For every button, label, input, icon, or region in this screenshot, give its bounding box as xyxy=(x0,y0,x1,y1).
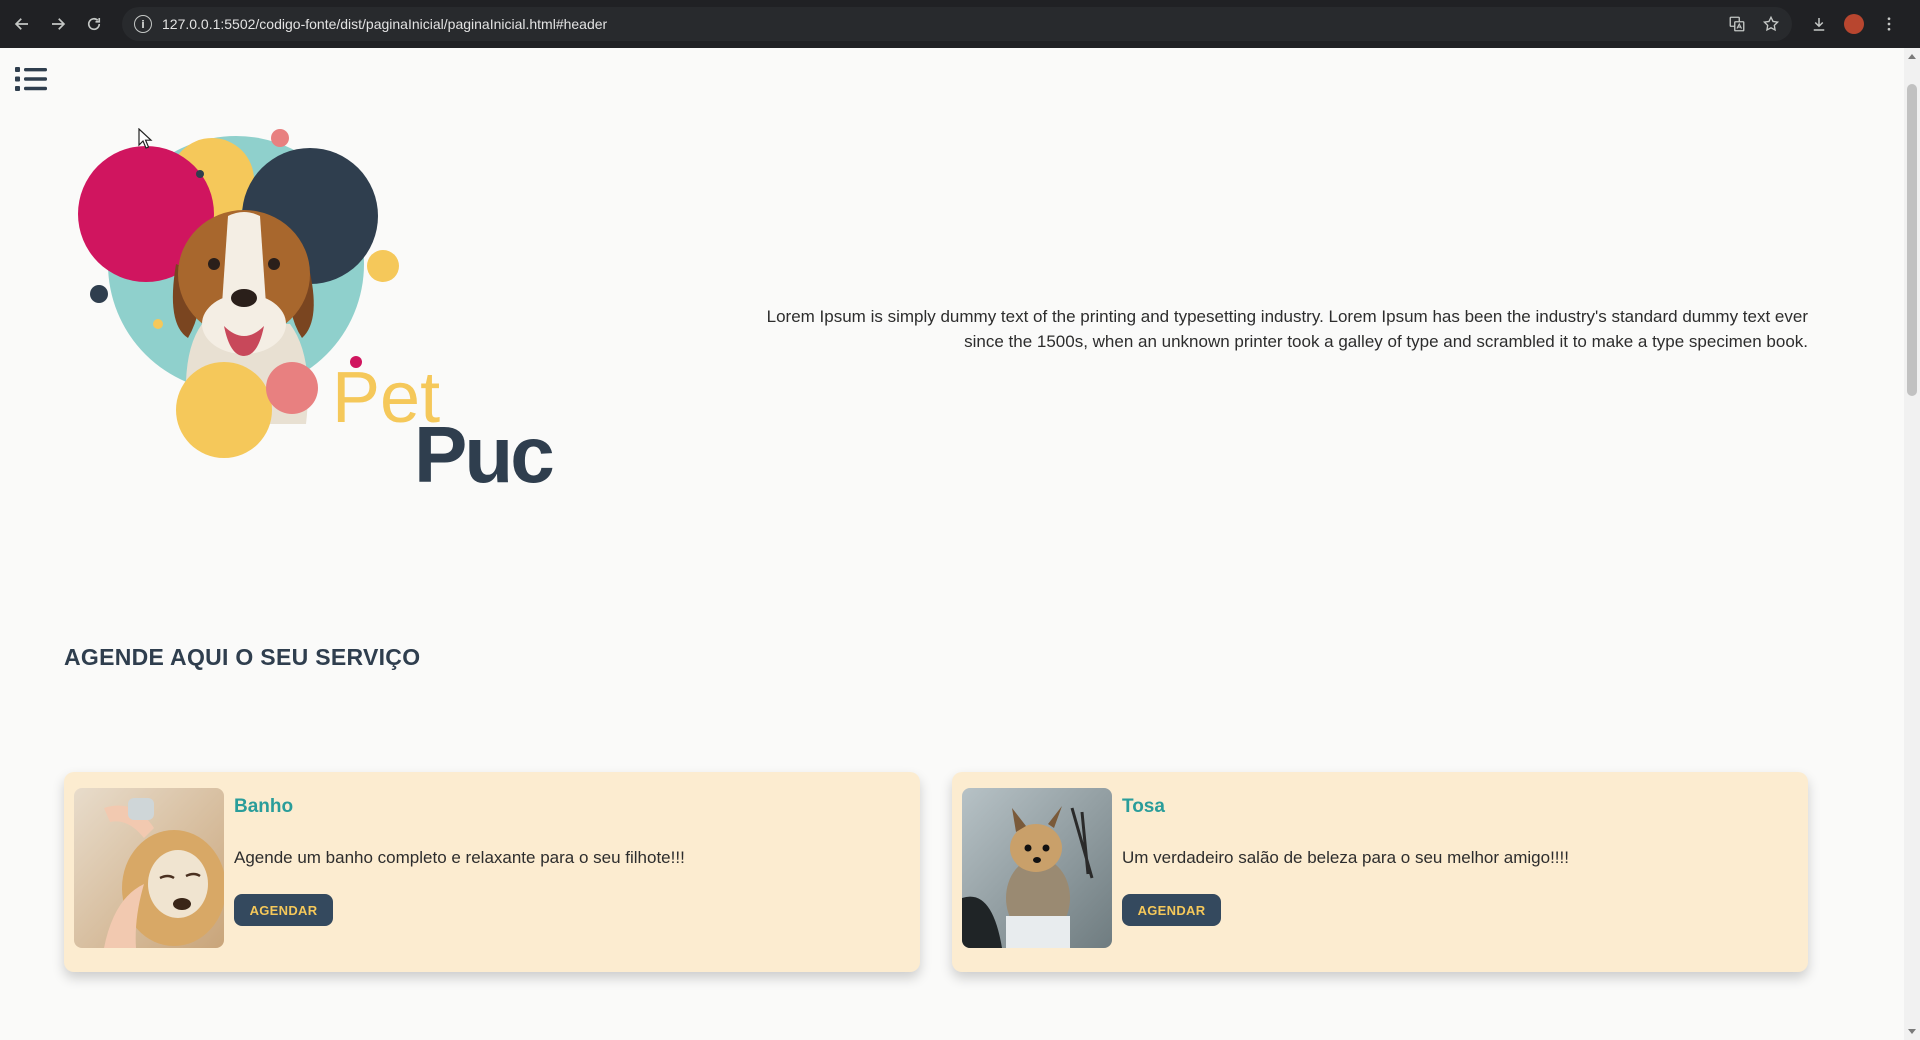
scroll-up-arrow-icon[interactable] xyxy=(1908,54,1916,59)
site-info-icon[interactable]: i xyxy=(134,15,152,33)
scroll-thumb[interactable] xyxy=(1907,84,1917,396)
card-text-banho: Agende um banho completo e relaxante par… xyxy=(234,848,685,867)
scroll-down-arrow-icon[interactable] xyxy=(1908,1029,1916,1034)
service-card-tosa: Tosa Um verdadeiro salão de beleza para … xyxy=(952,772,1808,972)
reload-button[interactable] xyxy=(80,10,108,38)
reload-icon xyxy=(87,17,101,31)
page-scrollbar[interactable] xyxy=(1904,48,1920,1040)
forward-button[interactable] xyxy=(44,10,72,38)
profile-avatar[interactable] xyxy=(1844,14,1864,34)
url-text[interactable]: 127.0.0.1:5502/codigo-fonte/dist/paginaI… xyxy=(162,16,607,32)
bookmark-star-icon[interactable] xyxy=(1762,15,1780,33)
menu-list-icon[interactable] xyxy=(14,64,48,94)
card-title-tosa: Tosa xyxy=(1122,796,1165,817)
banho-photo xyxy=(74,788,224,948)
agendar-tosa-button[interactable]: AGENDAR xyxy=(1122,894,1221,926)
service-card-banho: Banho Agende um banho completo e relaxan… xyxy=(64,772,920,972)
mouse-cursor-icon xyxy=(138,128,153,149)
download-icon[interactable] xyxy=(1810,15,1828,33)
card-title-banho: Banho xyxy=(234,796,294,817)
agendar-banho-button[interactable]: AGENDAR xyxy=(234,894,333,926)
more-vert-icon[interactable] xyxy=(1880,15,1898,33)
logo-word-puc: Puc xyxy=(414,410,553,499)
card-text-tosa: Um verdadeiro salão de beleza para o seu… xyxy=(1122,848,1569,867)
intro-line-2: since the 1500s, when an unknown printer… xyxy=(964,332,1808,351)
address-bar[interactable]: i 127.0.0.1:5502/codigo-fonte/dist/pagin… xyxy=(122,7,1792,41)
back-button[interactable] xyxy=(8,10,36,38)
translate-icon[interactable] xyxy=(1728,15,1746,33)
tosa-photo xyxy=(962,788,1112,948)
arrow-left-icon xyxy=(14,18,28,30)
arrow-right-icon xyxy=(52,18,66,30)
services-section-title: AGENDE AQUI O SEU SERVIÇO xyxy=(64,644,421,670)
petpuc-logo: Pet Puc xyxy=(78,129,556,499)
intro-line-1: Lorem Ipsum is simply dummy text of the … xyxy=(766,307,1808,326)
browser-toolbar: i 127.0.0.1:5502/codigo-fonte/dist/pagin… xyxy=(0,0,1920,48)
intro-paragraph: Lorem Ipsum is simply dummy text of the … xyxy=(660,304,1808,354)
